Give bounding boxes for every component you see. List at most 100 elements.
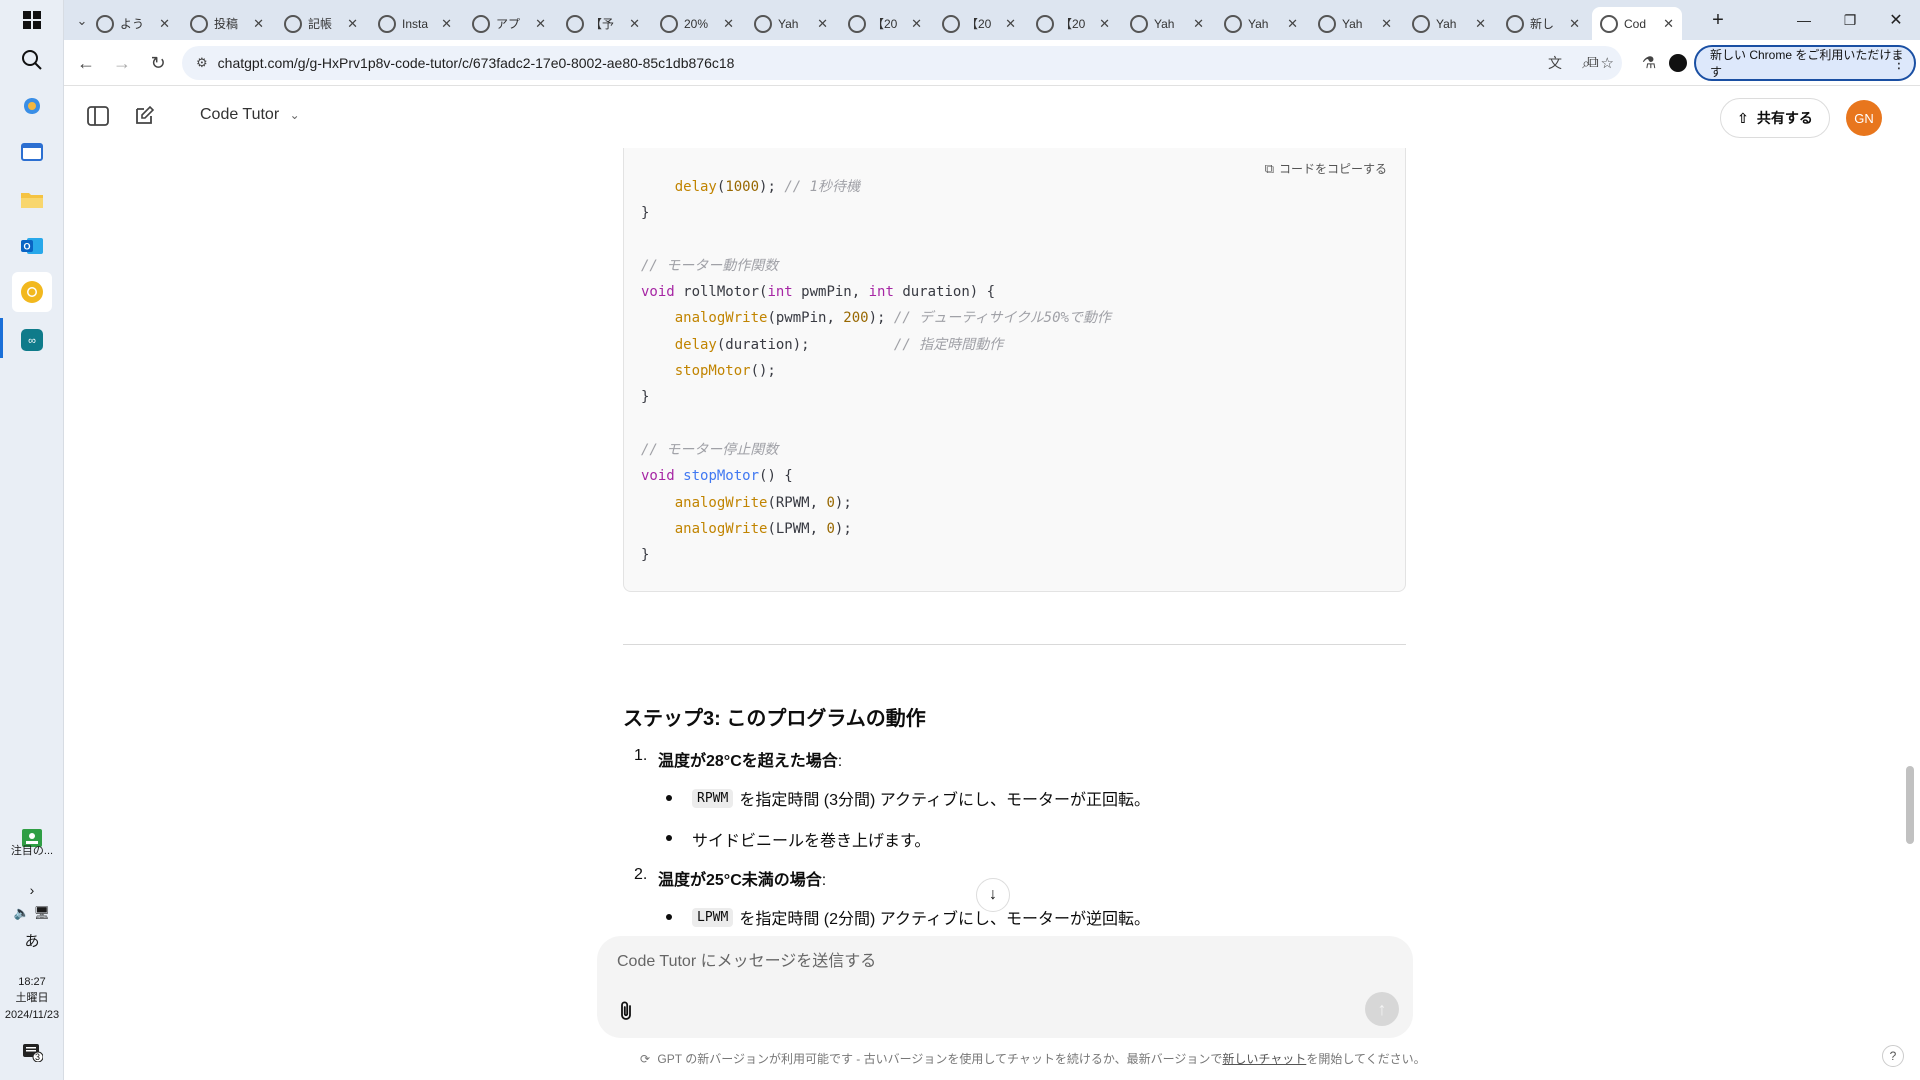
copy-code-button[interactable]: ⧉ コードをコピーする (1265, 160, 1387, 177)
browser-tab[interactable]: Yah ✕ (1310, 7, 1400, 40)
gpt-name: Code Tutor (200, 106, 280, 123)
volume-network-icons[interactable]: 🔈 🖥 (0, 905, 64, 921)
browser-tab[interactable]: 【予 ✕ (558, 7, 648, 40)
clock-time[interactable]: 18:27 (0, 974, 64, 990)
browser-tab[interactable]: Yah ✕ (1404, 7, 1494, 40)
list-item: LPWM を指定時間 (2分間) アクティブにし、モーターが逆回転。 (692, 905, 1150, 929)
tab-close-icon[interactable]: ✕ (347, 16, 358, 32)
tab-close-icon[interactable]: ✕ (1193, 16, 1204, 32)
restore-icon[interactable]: ❐ (1828, 6, 1872, 34)
tab-label: アプ (496, 17, 521, 31)
list-item-title-text: 温度が28°Cを超えた場合 (658, 753, 838, 770)
browser-tab[interactable]: Yah ✕ (746, 7, 836, 40)
sidebar-toggle-icon[interactable] (84, 102, 112, 130)
browser-tab[interactable]: 記帳 ✕ (276, 7, 366, 40)
browser-tab[interactable]: 新し ✕ (1498, 7, 1588, 40)
scroll-to-bottom-button[interactable]: ↓ (976, 878, 1010, 912)
tab-label: 記帳 (308, 17, 333, 31)
message-input[interactable] (615, 946, 1355, 978)
browser-tab[interactable]: 投稿 ✕ (182, 7, 272, 40)
tab-label: Cod (1624, 16, 1647, 31)
tab-close-icon[interactable]: ✕ (1287, 16, 1298, 32)
arduino-ide-icon[interactable]: ∞ (12, 320, 52, 360)
tab-close-icon[interactable]: ✕ (159, 16, 170, 32)
ime-indicator[interactable]: あ (0, 934, 64, 950)
bullet-dot (666, 795, 672, 801)
send-button[interactable]: ↑ (1365, 992, 1399, 1026)
browser-tab[interactable]: Cod ✕ (1592, 7, 1682, 40)
tab-close-icon[interactable]: ✕ (1475, 16, 1486, 32)
tab-favicon-icon (96, 14, 114, 33)
labs-flask-icon[interactable]: ⚗ (1638, 52, 1660, 74)
list-number: 1. (634, 747, 648, 764)
paperclip-icon[interactable] (611, 996, 641, 1026)
tab-close-icon[interactable]: ✕ (1663, 16, 1674, 32)
tab-favicon-icon (378, 14, 396, 33)
address-url[interactable]: chatgpt.com/g/g-HxPrv1p8v-code-tutor/c/6… (218, 55, 735, 71)
profile-icon[interactable] (1667, 52, 1689, 74)
close-window-icon[interactable]: ✕ (1874, 6, 1918, 34)
tab-label: Yah (1436, 16, 1457, 31)
svg-text:∞: ∞ (28, 335, 36, 347)
extensions-puzzle-icon[interactable]: ⧉ (1582, 52, 1604, 74)
forward-arrow-icon[interactable]: → (108, 49, 136, 77)
copilot-icon[interactable] (12, 86, 52, 126)
tab-close-icon[interactable]: ✕ (1099, 16, 1110, 32)
tab-close-icon[interactable]: ✕ (253, 16, 264, 32)
site-info-icon[interactable]: ⚙ (196, 55, 208, 71)
bullet-text: サイドビニールを巻き上げます。 (692, 833, 931, 850)
scrollbar-thumb[interactable] (1906, 766, 1914, 844)
chrome-update-label: 新しい Chrome をご利用いただけます (1710, 48, 1904, 79)
tab-close-icon[interactable]: ✕ (535, 16, 546, 32)
tab-close-icon[interactable]: ✕ (1381, 16, 1392, 32)
more-menu-icon[interactable]: ⋮ (1892, 55, 1906, 72)
translate-icon[interactable]: 文 (1548, 53, 1562, 73)
browser-tab[interactable]: Insta ✕ (370, 7, 460, 40)
browser-tab[interactable]: 【20 ✕ (840, 7, 930, 40)
browser-tab[interactable]: Yah ✕ (1122, 7, 1212, 40)
step-heading: ステップ3: このプログラムの動作 (623, 708, 926, 730)
clock-weekday[interactable]: 土曜日 (0, 990, 64, 1006)
tab-close-icon[interactable]: ✕ (723, 16, 734, 32)
new-chat-link[interactable]: 新しいチャット (1222, 1052, 1306, 1066)
search-icon[interactable] (12, 40, 52, 80)
reload-icon[interactable]: ↻ (144, 49, 172, 77)
new-tab-plus-icon[interactable]: + (1696, 6, 1740, 34)
back-arrow-icon[interactable]: ← (72, 49, 100, 77)
new-chat-icon[interactable] (130, 102, 158, 130)
tab-label: Insta (402, 16, 429, 31)
help-button[interactable]: ? (1882, 1045, 1904, 1067)
task-view-icon[interactable] (12, 132, 52, 172)
browser-tab[interactable]: Yah ✕ (1216, 7, 1306, 40)
tab-close-icon[interactable]: ✕ (1569, 16, 1580, 32)
tab-close-icon[interactable]: ✕ (817, 16, 828, 32)
tab-close-icon[interactable]: ✕ (911, 16, 922, 32)
notice-icon: ⟳ (640, 1052, 651, 1066)
outlook-icon[interactable]: O (12, 226, 52, 266)
clock-date[interactable]: 2024/11/23 (0, 1007, 64, 1023)
avatar[interactable]: GN (1846, 100, 1882, 136)
gpt-model-selector[interactable]: Code Tutor ⌄ (200, 106, 300, 124)
browser-tab[interactable]: 【20 ✕ (1028, 7, 1118, 40)
tab-close-icon[interactable]: ✕ (629, 16, 640, 32)
chrome-update-button[interactable]: 新しい Chrome をご利用いただけます ⋮ (1694, 45, 1916, 81)
browser-tab[interactable]: 20% ✕ (652, 7, 742, 40)
notice-suffix: を開始してください。 (1306, 1052, 1426, 1066)
list-item: サイドビニールを巻き上げます。 (692, 827, 930, 851)
tab-close-icon[interactable]: ✕ (441, 16, 452, 32)
browser-tab[interactable]: 【20 ✕ (934, 7, 1024, 40)
tab-close-icon[interactable]: ✕ (1005, 16, 1016, 32)
notification-center-icon[interactable]: 3 (12, 1032, 52, 1072)
windows-start-icon[interactable] (12, 0, 52, 40)
copy-icon: ⧉ (1264, 160, 1274, 176)
browser-tab[interactable]: よう ✕ (88, 7, 178, 40)
minimize-icon[interactable]: — (1782, 6, 1826, 34)
chevron-right-icon[interactable]: › (0, 882, 64, 898)
browser-tab[interactable]: アプ ✕ (464, 7, 554, 40)
address-bar[interactable]: ⚙ chatgpt.com/g/g-HxPrv1p8v-code-tutor/c… (182, 46, 1622, 80)
chrome-icon[interactable] (12, 272, 52, 312)
message-composer: ↑ (597, 936, 1413, 1038)
share-button[interactable]: ⇧ 共有する (1720, 98, 1830, 138)
windows-taskbar: O ∞ 注目の... › 🔈 🖥 あ 18:27 土曜日 2024/11/23 … (0, 0, 64, 1080)
file-explorer-icon[interactable] (12, 180, 52, 220)
